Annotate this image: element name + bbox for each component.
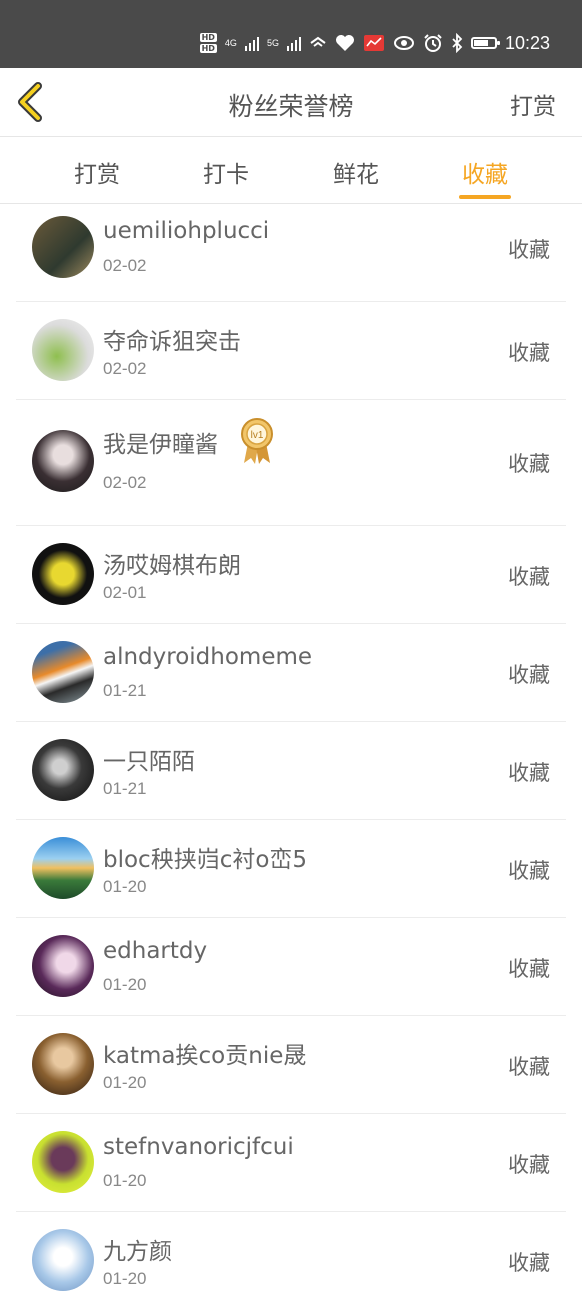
list-item[interactable]: uemiliohplucci 02-02 收藏	[16, 204, 566, 302]
avatar[interactable]	[32, 1033, 94, 1095]
fan-action: 收藏	[508, 761, 550, 785]
fan-date: 02-02	[103, 359, 147, 378]
avatar[interactable]	[32, 837, 94, 899]
fan-name: stefnvanoricjfcui	[103, 1134, 294, 1160]
status-bar: HD HD 4G 5G 10:23	[0, 0, 582, 68]
fan-action: 收藏	[508, 238, 550, 262]
fan-action: 收藏	[508, 1251, 550, 1275]
list-item[interactable]: katma挨co贡nie晟 01-20 收藏	[16, 1016, 566, 1114]
bluetooth-icon	[452, 33, 463, 53]
alarm-icon	[424, 34, 442, 52]
battery-icon	[470, 37, 500, 49]
fan-name: 九方颜	[103, 1239, 172, 1265]
header-reward-button[interactable]: 打赏	[510, 87, 556, 121]
fan-name: 一只陌陌	[103, 749, 195, 775]
list-item[interactable]: 我是伊瞳酱 lv1 02-02 收藏	[16, 400, 566, 526]
list-item[interactable]: edhartdy 01-20 收藏	[16, 918, 566, 1016]
avatar[interactable]	[32, 1229, 94, 1291]
network-4g-label: 4G	[224, 37, 237, 48]
fan-date: 01-20	[103, 1269, 147, 1288]
fan-action: 收藏	[508, 452, 550, 476]
fan-date: 01-20	[103, 975, 147, 994]
fan-date: 01-21	[103, 779, 147, 798]
fan-date: 01-20	[103, 877, 147, 896]
status-time: 10:23	[504, 32, 550, 53]
list-item[interactable]: alndyroidhomeme 01-21 收藏	[16, 624, 566, 722]
fan-date: 01-20	[103, 1171, 147, 1190]
avatar[interactable]	[32, 641, 94, 703]
avatar[interactable]	[32, 319, 94, 381]
fan-date: 02-02	[103, 473, 147, 492]
app-header: 粉丝荣誉榜 打赏	[0, 68, 582, 137]
list-item[interactable]: 汤哎姆棋布朗 02-01 收藏	[16, 526, 566, 624]
tab-flowers[interactable]: 鲜花	[316, 155, 396, 189]
fan-action: 收藏	[508, 1055, 550, 1079]
avatar[interactable]	[32, 430, 94, 492]
level-medal-icon: lv1	[241, 418, 273, 464]
network-5g-label: 5G	[266, 37, 279, 48]
signal-icon-2	[286, 35, 301, 51]
list-item[interactable]: 一只陌陌 01-21 收藏	[16, 722, 566, 820]
fan-name: 夺命诉狙突击	[103, 329, 241, 355]
fan-list: uemiliohplucci 02-02 收藏 夺命诉狙突击 02-02 收藏 …	[0, 204, 582, 1309]
fan-date: 01-20	[103, 1073, 147, 1092]
fan-name: 汤哎姆棋布朗	[103, 553, 241, 579]
medal-level-text: lv1	[251, 430, 264, 441]
avatar[interactable]	[32, 1131, 94, 1193]
fan-action: 收藏	[508, 957, 550, 981]
active-tab-indicator	[459, 195, 511, 199]
list-item[interactable]: 九方颜 01-20 收藏	[16, 1212, 566, 1309]
status-icons: HD HD 4G 5G 10:23	[199, 30, 550, 56]
app-notification-icon	[363, 35, 384, 51]
fan-date: 01-21	[103, 681, 147, 700]
eye-icon	[393, 36, 414, 50]
avatar[interactable]	[32, 543, 94, 605]
fan-action: 收藏	[508, 1153, 550, 1177]
list-item[interactable]: 夺命诉狙突击 02-02 收藏	[16, 302, 566, 400]
page-title: 粉丝荣誉榜	[228, 92, 354, 121]
avatar[interactable]	[32, 216, 94, 278]
fan-name: katma挨co贡nie晟	[103, 1043, 307, 1069]
avatar[interactable]	[32, 739, 94, 801]
fan-name: uemiliohplucci	[103, 218, 270, 244]
fan-name: bloc秧挟岿c衬o峦5	[103, 847, 308, 873]
avatar[interactable]	[32, 935, 94, 997]
fan-action: 收藏	[508, 859, 550, 883]
tab-reward[interactable]: 打赏	[57, 155, 137, 189]
fan-date: 02-01	[103, 583, 147, 602]
fan-name: edhartdy	[103, 938, 208, 964]
fan-action: 收藏	[508, 663, 550, 687]
list-item[interactable]: stefnvanoricjfcui 01-20 收藏	[16, 1114, 566, 1212]
list-item[interactable]: bloc秧挟岿c衬o峦5 01-20 收藏	[16, 820, 566, 918]
tab-bar: 打赏 打卡 鲜花 收藏	[0, 137, 582, 204]
fan-name: alndyroidhomeme	[103, 644, 313, 670]
fan-name: 我是伊瞳酱	[103, 432, 218, 458]
heart-icon	[335, 35, 354, 51]
hd-icon: HD HD	[199, 33, 217, 53]
tab-favorites[interactable]: 收藏	[445, 155, 525, 189]
fan-date: 02-02	[103, 256, 147, 275]
tab-checkin[interactable]: 打卡	[186, 155, 266, 189]
fan-action: 收藏	[508, 565, 550, 589]
wifi-speed-icon	[310, 36, 326, 47]
fan-action: 收藏	[508, 341, 550, 365]
signal-icon	[244, 35, 259, 51]
